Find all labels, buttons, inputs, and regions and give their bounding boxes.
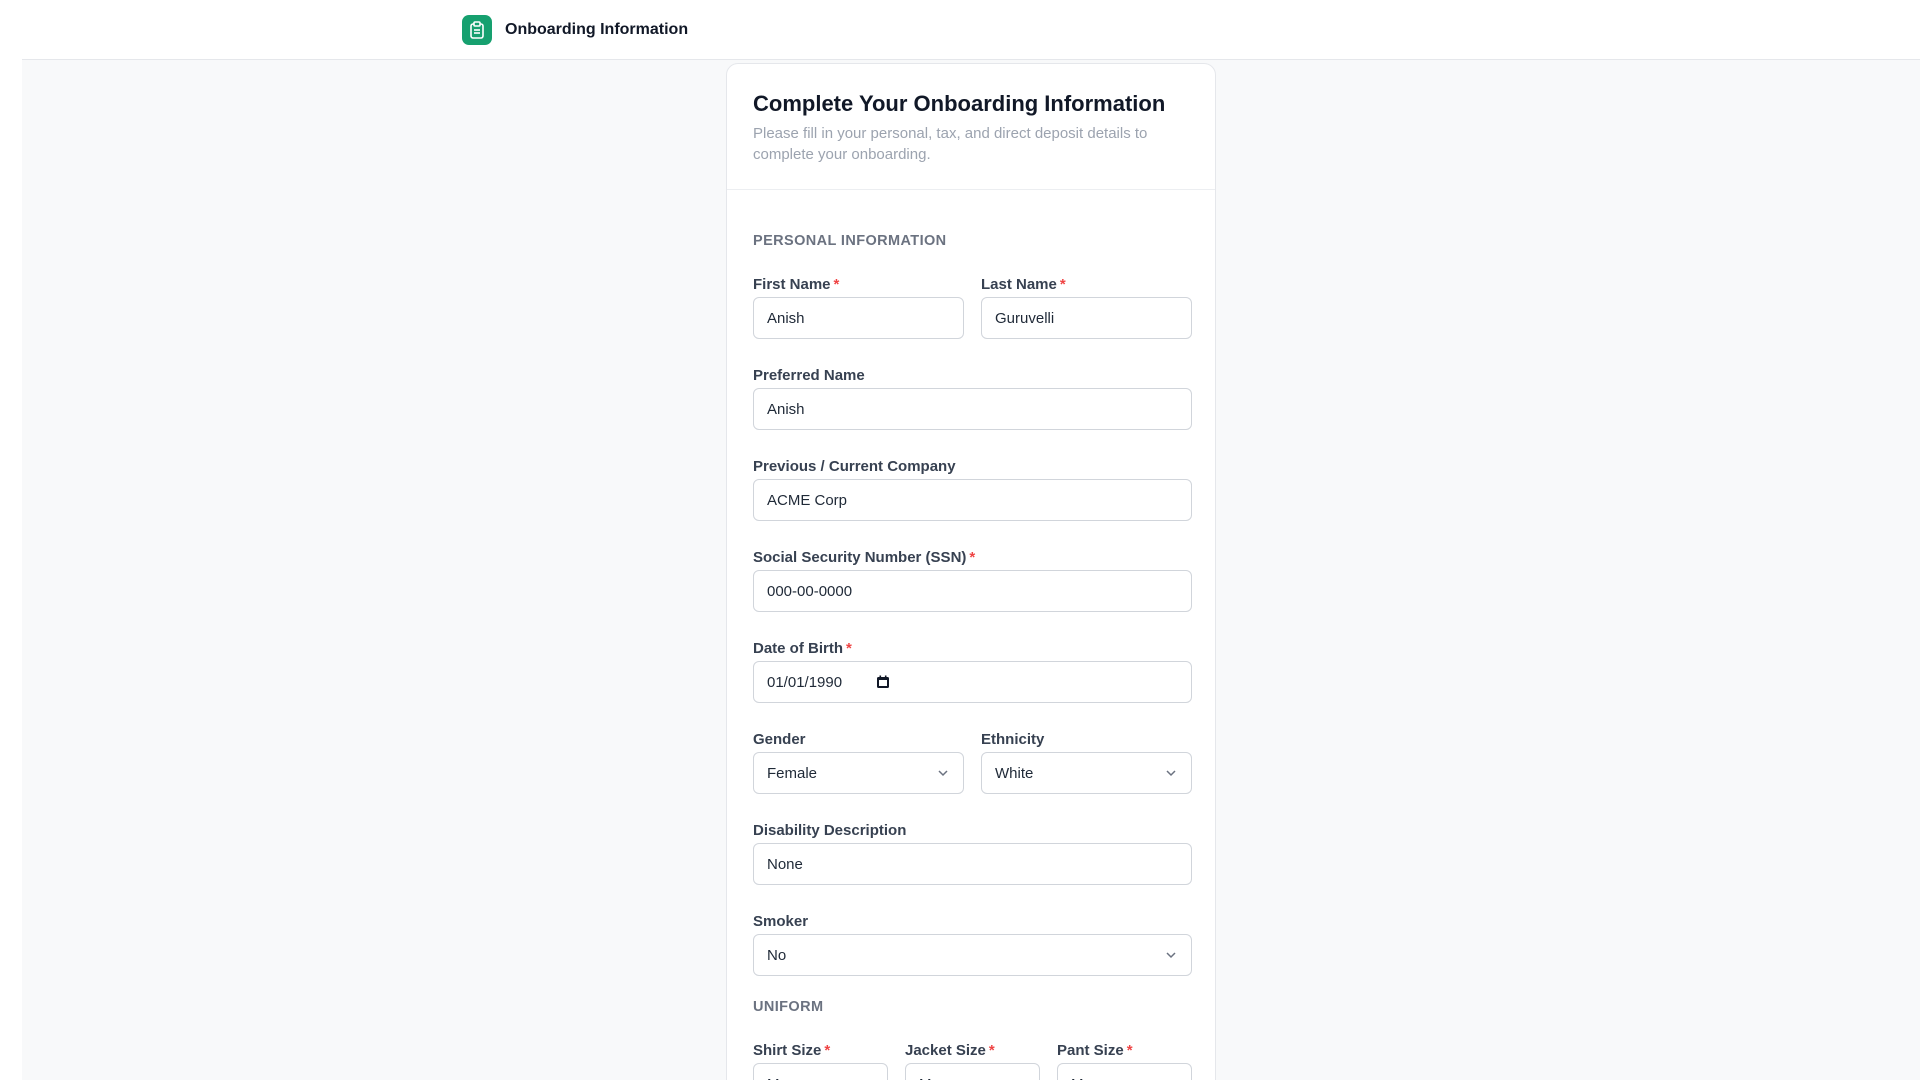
ssn-label: Social Security Number (SSN) * <box>753 549 976 566</box>
chevron-down-icon <box>1166 770 1176 777</box>
dob-value: 01/01/1990 <box>767 673 843 691</box>
card-header: Complete Your Onboarding Information Ple… <box>727 64 1215 190</box>
clipboard-icon <box>462 15 492 45</box>
chevron-down-icon <box>938 770 948 777</box>
shirt-size-label: Shirt Size * <box>753 1042 831 1059</box>
required-marker: * <box>846 640 852 657</box>
disability-label: Disability Description <box>753 822 907 839</box>
required-marker: * <box>824 1042 831 1059</box>
required-marker: * <box>969 549 976 566</box>
card-title: Complete Your Onboarding Information <box>753 91 1166 116</box>
dob-input[interactable]: 01/01/1990 <box>753 661 1192 703</box>
required-marker: * <box>833 276 840 293</box>
first-name-input[interactable]: Anish <box>753 297 964 339</box>
smoker-select[interactable]: No <box>753 934 1192 976</box>
preferred-name-input[interactable]: Anish <box>753 388 1192 430</box>
last-name-label: Last Name * <box>981 276 1066 293</box>
header-title: Onboarding Information <box>505 21 689 38</box>
section-uniform: UNIFORM <box>753 999 824 1015</box>
jacket-size-label: Jacket Size * <box>905 1042 995 1059</box>
shirt-size-select[interactable]: M <box>753 1063 888 1080</box>
disability-value: None <box>767 855 803 873</box>
preferred-name-value: Anish <box>767 400 805 418</box>
first-name-label: First Name * <box>753 276 840 293</box>
jacket-size-value: M <box>919 1076 932 1080</box>
calendar-icon[interactable] <box>876 675 890 689</box>
pant-size-select[interactable]: M <box>1057 1063 1192 1080</box>
required-marker: * <box>1059 276 1066 293</box>
shirt-size-value: M <box>767 1076 780 1080</box>
smoker-label: Smoker <box>753 913 809 930</box>
gender-label: Gender <box>753 731 806 748</box>
gender-value: Female <box>767 764 818 782</box>
preferred-name-label: Preferred Name <box>753 367 865 384</box>
pant-size-label: Pant Size * <box>1057 1042 1133 1059</box>
ethnicity-select[interactable]: White <box>981 752 1192 794</box>
gender-select[interactable]: Female <box>753 752 964 794</box>
first-name-value: Anish <box>767 309 805 327</box>
required-marker: * <box>988 1042 995 1059</box>
company-value: ACME Corp <box>767 491 848 509</box>
disability-input[interactable]: None <box>753 843 1192 885</box>
jacket-size-select[interactable]: M <box>905 1063 1040 1080</box>
last-name-value: Guruvelli <box>995 309 1055 327</box>
pant-size-value: M <box>1071 1076 1084 1080</box>
top-bar: Onboarding Information <box>22 0 1920 60</box>
section-personal: PERSONAL INFORMATION <box>753 233 947 249</box>
ssn-input[interactable]: 000-00-0000 <box>753 570 1192 612</box>
ssn-value: 000-00-0000 <box>767 582 853 600</box>
required-marker: * <box>1126 1042 1133 1059</box>
onboarding-card: Complete Your Onboarding Information Ple… <box>726 63 1216 1080</box>
ethnicity-value: White <box>995 764 1034 782</box>
last-name-input[interactable]: Guruvelli <box>981 297 1192 339</box>
brand: Onboarding Information <box>462 14 688 46</box>
ethnicity-label: Ethnicity <box>981 731 1045 748</box>
company-label: Previous / Current Company <box>753 458 956 475</box>
chevron-down-icon <box>1166 952 1176 959</box>
card-subtitle: Please fill in your personal, tax, and d… <box>753 125 1148 163</box>
dob-label: Date of Birth * <box>753 640 852 657</box>
company-input[interactable]: ACME Corp <box>753 479 1192 521</box>
smoker-value: No <box>767 946 787 964</box>
